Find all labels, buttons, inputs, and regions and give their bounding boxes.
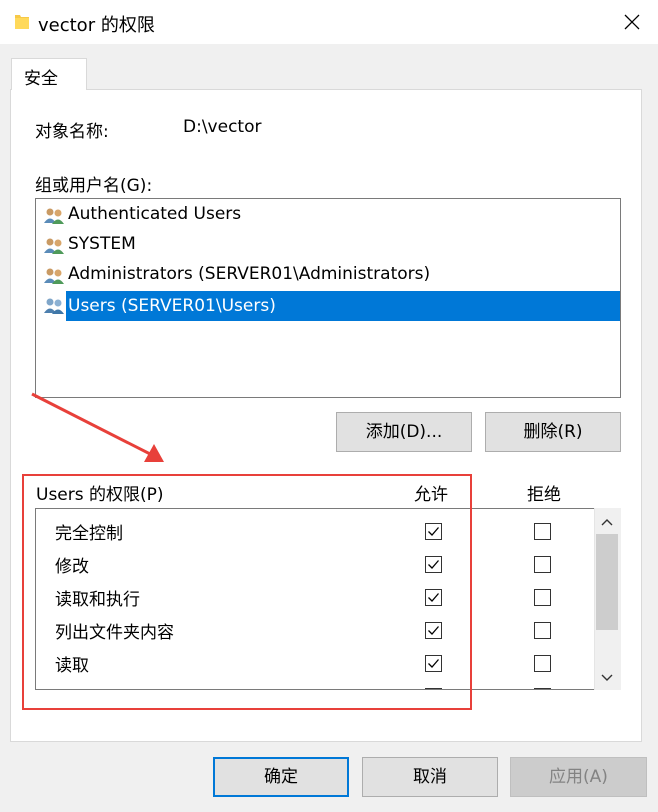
scroll-up-arrow-icon[interactable]: [600, 512, 614, 532]
scrollbar-thumb[interactable]: [596, 534, 618, 630]
object-name-label: 对象名称:: [35, 122, 109, 142]
permissions-label: Users 的权限(P): [36, 485, 164, 505]
apply-button[interactable]: 应用(A): [510, 757, 647, 797]
permission-name: 写入: [55, 684, 89, 689]
tab-label: 安全: [24, 69, 58, 89]
permission-row-write: 写入: [36, 678, 596, 689]
object-name-value: D:\vector: [183, 117, 262, 137]
permission-row-read-execute: 读取和执行: [36, 579, 596, 612]
permission-row-modify: 修改: [36, 546, 596, 579]
list-item-label: Administrators (SERVER01\Administrators): [68, 264, 431, 284]
checkmark-icon: [428, 659, 439, 668]
allow-checkbox[interactable]: [425, 688, 442, 689]
list-item-label: Authenticated Users: [68, 204, 242, 224]
allow-checkbox[interactable]: [425, 556, 442, 573]
close-icon: [624, 14, 640, 30]
list-item-system[interactable]: SYSTEM: [40, 231, 620, 261]
permission-name: 完全控制: [55, 524, 123, 544]
deny-checkbox[interactable]: [534, 556, 551, 573]
tab-security[interactable]: 安全: [11, 58, 87, 90]
remove-button-label: 删除(R): [523, 422, 583, 442]
permission-name: 读取: [55, 656, 89, 676]
apply-button-label: 应用(A): [549, 767, 608, 787]
list-item-label: Users (SERVER01\Users): [66, 291, 620, 321]
deny-checkbox[interactable]: [534, 589, 551, 606]
ok-button[interactable]: 确定: [213, 757, 349, 797]
remove-button[interactable]: 删除(R): [485, 412, 621, 452]
deny-column-header: 拒绝: [527, 485, 561, 505]
users-group-icon: [44, 267, 66, 290]
ok-button-label: 确定: [264, 767, 298, 787]
window-title: vector 的权限: [38, 15, 155, 36]
permissions-list[interactable]: 完全控制 修改 读取和执行 列出文件夹内容 读取 写入: [35, 508, 621, 690]
add-button-label: 添加(D)...: [365, 422, 443, 442]
checkmark-icon: [428, 626, 439, 635]
permission-row-full-control: 完全控制: [36, 513, 596, 546]
list-item-administrators[interactable]: Administrators (SERVER01\Administrators): [40, 261, 620, 291]
checkmark-icon: [428, 560, 439, 569]
allow-checkbox[interactable]: [425, 655, 442, 672]
list-item-label: SYSTEM: [68, 234, 136, 254]
annotation-arrow-icon: [30, 392, 180, 477]
permission-row-read: 读取: [36, 645, 596, 678]
checkmark-icon: [428, 527, 439, 536]
cancel-button[interactable]: 取消: [362, 757, 498, 797]
group-list-label: 组或用户名(G):: [35, 176, 153, 196]
permission-name: 列出文件夹内容: [55, 623, 174, 643]
add-button[interactable]: 添加(D)...: [336, 412, 472, 452]
checkmark-icon: [428, 593, 439, 602]
list-item-authenticated-users[interactable]: Authenticated Users: [40, 201, 620, 231]
folder-icon: [14, 12, 30, 30]
group-user-list[interactable]: Authenticated Users SYSTEM Administrator…: [35, 198, 621, 398]
close-button[interactable]: [612, 4, 652, 40]
deny-checkbox[interactable]: [534, 523, 551, 540]
scroll-down-arrow-icon[interactable]: [600, 668, 614, 688]
users-group-icon: [44, 207, 66, 230]
allow-checkbox[interactable]: [425, 589, 442, 606]
allow-column-header: 允许: [414, 485, 448, 505]
deny-checkbox[interactable]: [534, 622, 551, 639]
allow-checkbox[interactable]: [425, 523, 442, 540]
permission-name: 读取和执行: [55, 590, 140, 610]
list-item-users[interactable]: Users (SERVER01\Users): [40, 291, 620, 321]
permission-name: 修改: [55, 557, 89, 577]
cancel-button-label: 取消: [413, 767, 447, 787]
deny-checkbox[interactable]: [534, 655, 551, 672]
allow-checkbox[interactable]: [425, 622, 442, 639]
title-bar: vector 的权限: [0, 0, 658, 44]
deny-checkbox[interactable]: [534, 688, 551, 689]
users-group-icon: [44, 297, 66, 320]
permission-row-list-folder: 列出文件夹内容: [36, 612, 596, 645]
users-group-icon: [44, 237, 66, 260]
